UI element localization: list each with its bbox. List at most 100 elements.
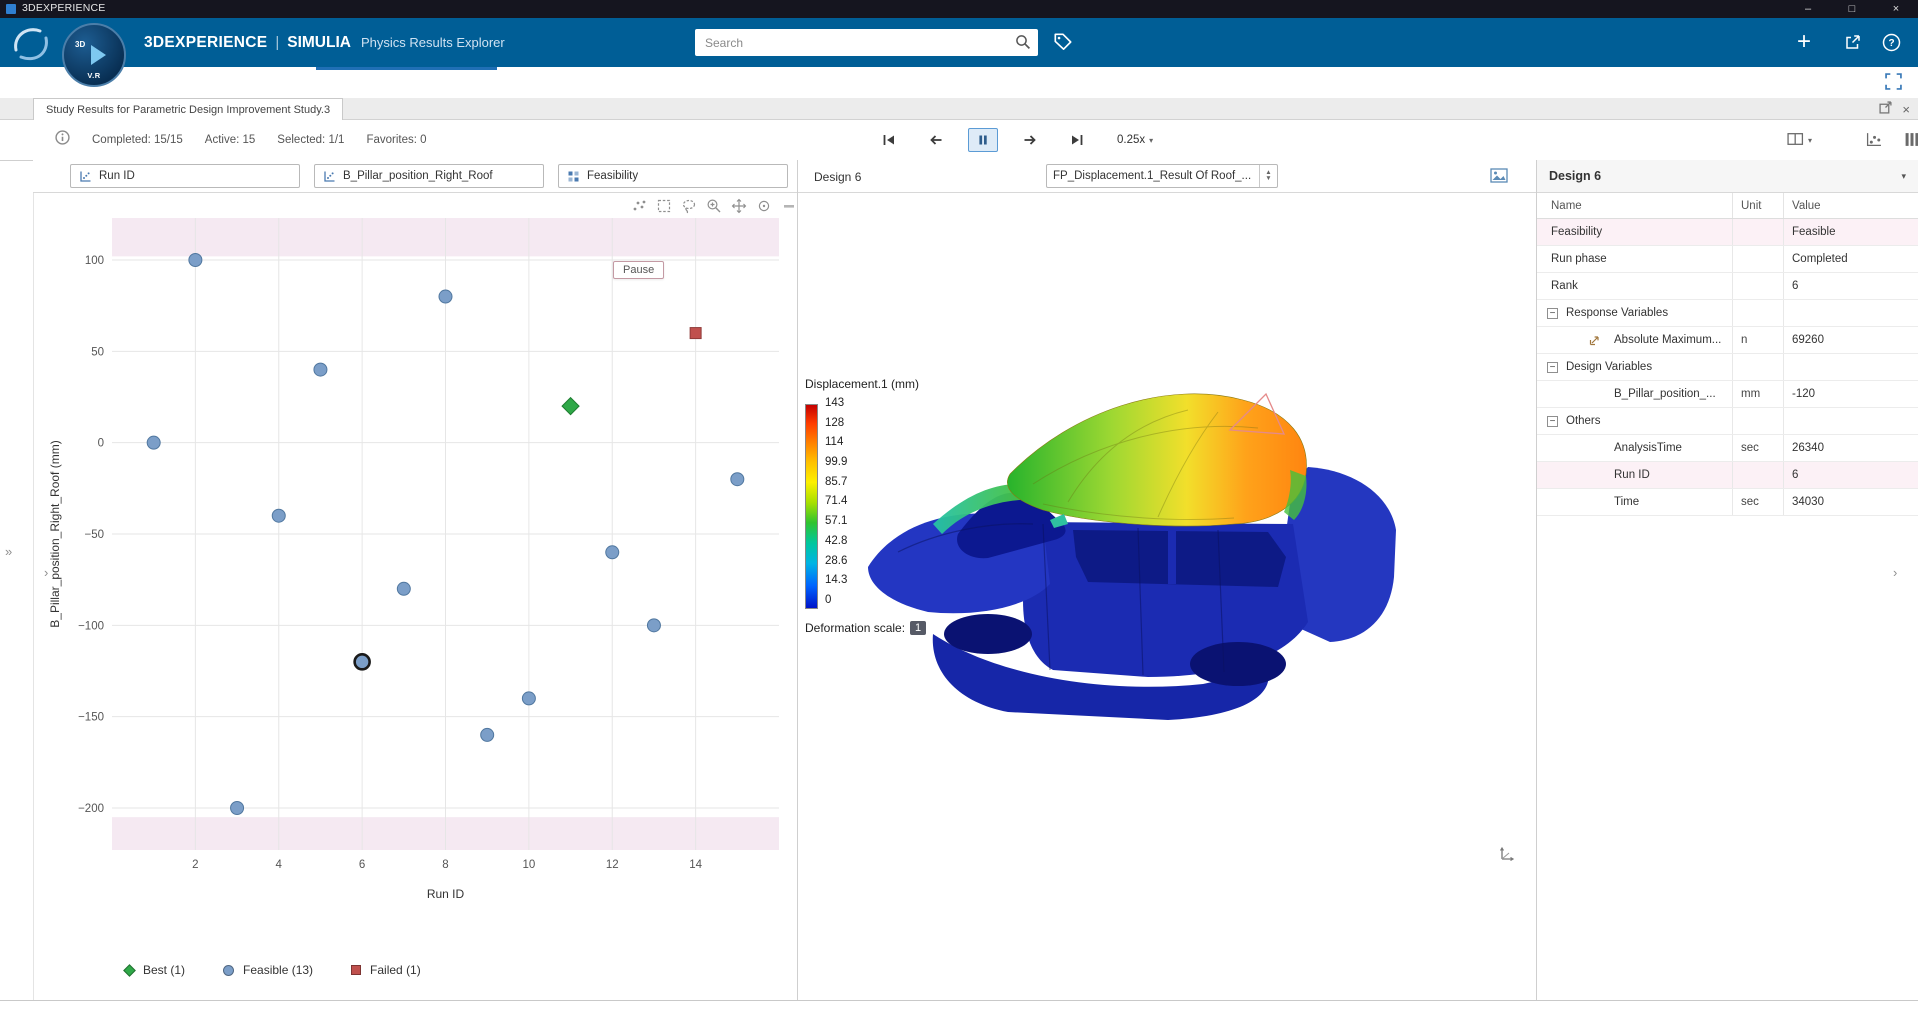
parallel-columns-icon[interactable] (1904, 132, 1918, 152)
car-model-3d[interactable] (838, 372, 1438, 744)
legend-item[interactable]: Feasible (13) (223, 963, 313, 977)
property-group-row[interactable]: −Others (1537, 408, 1918, 435)
y-tick-label: −150 (78, 712, 104, 724)
property-row[interactable]: Run ID6 (1537, 462, 1918, 489)
result-stepper[interactable]: ▲▼ (1259, 165, 1277, 187)
playback-speed-dropdown[interactable]: 0.25x ▾ (1117, 120, 1153, 160)
property-value: 6 (1783, 462, 1918, 488)
info-icon[interactable] (55, 130, 70, 150)
sub-strip (0, 67, 1918, 98)
scatter-point-failed[interactable] (690, 328, 701, 339)
scatter-point-feasible[interactable] (439, 290, 452, 303)
scatter-point-feasible[interactable] (272, 509, 285, 522)
property-row[interactable]: Timesec34030 (1537, 489, 1918, 516)
property-name: Response Variables (1566, 307, 1668, 319)
property-row[interactable]: B_Pillar_position_...mm-120 (1537, 381, 1918, 408)
properties-title: Design 6 (1537, 169, 1601, 183)
legend-item[interactable]: Best (1) (125, 963, 185, 977)
maximize-button[interactable]: □ (1830, 0, 1874, 18)
search-box[interactable] (695, 29, 1038, 56)
legend-item[interactable]: Failed (1) (351, 963, 421, 977)
compass-widget[interactable]: 3D V.R (62, 23, 126, 87)
search-icon[interactable] (1015, 34, 1031, 55)
zoom-in-icon[interactable] (706, 198, 722, 219)
properties-panel: Design 6 ▾ Name Unit Value FeasibilityFe… (1537, 160, 1918, 1000)
scatter-point-feasible[interactable] (481, 728, 494, 741)
popout-tab-icon[interactable] (1879, 101, 1892, 119)
scatter-point-selected[interactable] (355, 654, 370, 669)
collapse-minus-icon[interactable]: − (1547, 362, 1558, 373)
property-name: AnalysisTime (1614, 442, 1682, 454)
axis-selector-bar: Run ID B_Pillar_position_Right_Roof Feas… (33, 160, 797, 193)
snapshot-image-icon[interactable] (1490, 168, 1508, 188)
layout-split-icon[interactable] (1787, 132, 1804, 151)
axis-triad-icon[interactable] (1498, 843, 1518, 868)
properties-header[interactable]: Design 6 ▾ (1537, 160, 1918, 193)
category-icon (567, 170, 580, 183)
property-value: 69260 (1783, 327, 1918, 353)
pan-icon[interactable] (731, 198, 747, 219)
help-icon[interactable]: ? (1882, 33, 1901, 57)
chevron-down-icon[interactable]: ▾ (1901, 171, 1906, 182)
collapse-minus-icon[interactable]: − (1547, 416, 1558, 427)
share-icon[interactable] (1843, 33, 1862, 57)
scatter-point-best[interactable] (562, 398, 579, 415)
property-group-row[interactable]: −Response Variables (1537, 300, 1918, 327)
x-axis-selector[interactable]: Run ID (70, 164, 300, 188)
property-row[interactable]: Run phaseCompleted (1537, 246, 1918, 273)
scatter-point-feasible[interactable] (397, 582, 410, 595)
color-by-selector[interactable]: Feasibility (558, 164, 788, 188)
step-back-button[interactable] (921, 128, 951, 152)
y-axis-selector[interactable]: B_Pillar_position_Right_Roof (314, 164, 544, 188)
expand-left-panel-icon[interactable]: » (5, 545, 12, 558)
legend-label: Feasible (13) (243, 963, 313, 977)
scatter-point-feasible[interactable] (231, 801, 244, 814)
zoom-reset-icon[interactable] (756, 198, 772, 219)
property-row[interactable]: AnalysisTimesec26340 (1537, 435, 1918, 462)
tab-study-results[interactable]: Study Results for Parametric Design Impr… (33, 98, 343, 120)
tag-icon[interactable] (1052, 31, 1074, 58)
step-forward-button[interactable] (1015, 128, 1045, 152)
scatter-point-feasible[interactable] (606, 546, 619, 559)
scatter-point-feasible[interactable] (189, 254, 202, 267)
lasso-select-icon[interactable] (681, 198, 697, 219)
close-button[interactable]: × (1874, 0, 1918, 18)
collapse-left-handle-icon[interactable]: › (44, 566, 48, 579)
collapse-toolbar-icon[interactable] (781, 198, 797, 219)
scatter-point-feasible[interactable] (522, 692, 535, 705)
collapse-right-handle-icon[interactable]: › (1893, 566, 1897, 579)
viewer-header: Design 6 FP_Displacement.1_Result Of Roo… (798, 160, 1536, 193)
collapse-minus-icon[interactable]: − (1547, 308, 1558, 319)
box-select-icon[interactable] (656, 198, 672, 219)
skip-last-button[interactable] (1062, 128, 1092, 152)
pause-button[interactable] (968, 128, 998, 152)
pause-tooltip-text: Pause (623, 264, 654, 276)
scatter-point-feasible[interactable] (647, 619, 660, 632)
property-group-row[interactable]: −Design Variables (1537, 354, 1918, 381)
minimize-button[interactable]: – (1786, 0, 1830, 18)
scatter-plot-icon[interactable] (1866, 132, 1882, 152)
property-value: Completed (1783, 246, 1918, 272)
property-row[interactable]: Rank6 (1537, 273, 1918, 300)
property-unit: mm (1732, 381, 1783, 407)
scatter-point-feasible[interactable] (314, 363, 327, 376)
search-input[interactable] (695, 29, 1038, 56)
viewport-3d[interactable]: Displacement.1 (mm) 14312811499.985.771.… (798, 193, 1536, 1000)
property-row[interactable]: Absolute Maximum...n69260 (1537, 327, 1918, 354)
skip-first-button[interactable] (874, 128, 904, 152)
scatter-point-feasible[interactable] (147, 436, 160, 449)
point-select-icon[interactable] (631, 198, 647, 219)
property-unit (1732, 354, 1783, 380)
scatter-point-feasible[interactable] (731, 473, 744, 486)
os-titlebar: 3DEXPERIENCE – □ × (0, 0, 1918, 18)
property-row[interactable]: FeasibilityFeasible (1537, 219, 1918, 246)
result-plot-dropdown[interactable]: FP_Displacement.1_Result Of Roof_... ▲▼ (1046, 164, 1278, 188)
y-tick-label: 0 (98, 438, 104, 450)
property-unit (1732, 300, 1783, 326)
chevron-down-icon[interactable]: ▾ (1808, 136, 1812, 145)
chevron-down-icon: ▾ (1149, 136, 1153, 145)
fullscreen-icon[interactable] (1885, 73, 1902, 95)
x-tick-label: 10 (522, 859, 535, 871)
close-tab-icon[interactable]: × (1902, 103, 1910, 117)
add-content-icon[interactable]: + (1797, 26, 1811, 58)
